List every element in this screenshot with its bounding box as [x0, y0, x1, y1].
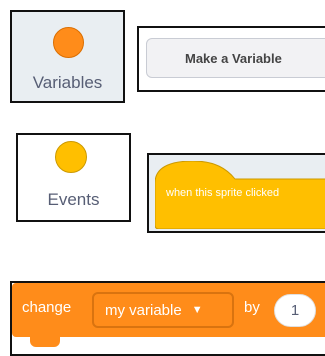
make-variable-button[interactable]: Make a Variable: [146, 38, 325, 78]
category-events-label: Events: [47, 190, 100, 209]
category-variables[interactable]: Variables: [10, 10, 125, 103]
variable-dropdown[interactable]: my variable ▼: [92, 292, 234, 328]
amount-input-value: 1: [290, 302, 300, 319]
category-events[interactable]: Events: [16, 133, 131, 222]
event-block-panel: when this sprite clicked: [147, 153, 325, 233]
variable-dropdown-value: my variable: [105, 301, 182, 319]
make-variable-panel: Make a Variable: [137, 26, 325, 92]
caret-down-icon: ▼: [191, 304, 203, 316]
amount-input[interactable]: 1: [274, 294, 316, 327]
make-variable-button-label: Make a Variable: [185, 50, 282, 66]
change-variable-block[interactable]: change my variable ▼ by 1: [12, 283, 325, 337]
category-variables-label: Variables: [32, 73, 103, 92]
change-block-panel: change my variable ▼ by 1: [10, 281, 325, 356]
variables-color-dot-icon: [53, 27, 84, 58]
change-block-preposition: by: [244, 299, 260, 316]
change-block-verb: change: [22, 299, 72, 316]
event-block-label: when this sprite clicked: [166, 187, 280, 199]
events-color-dot-icon: [55, 141, 87, 173]
block-notch: [30, 337, 60, 347]
